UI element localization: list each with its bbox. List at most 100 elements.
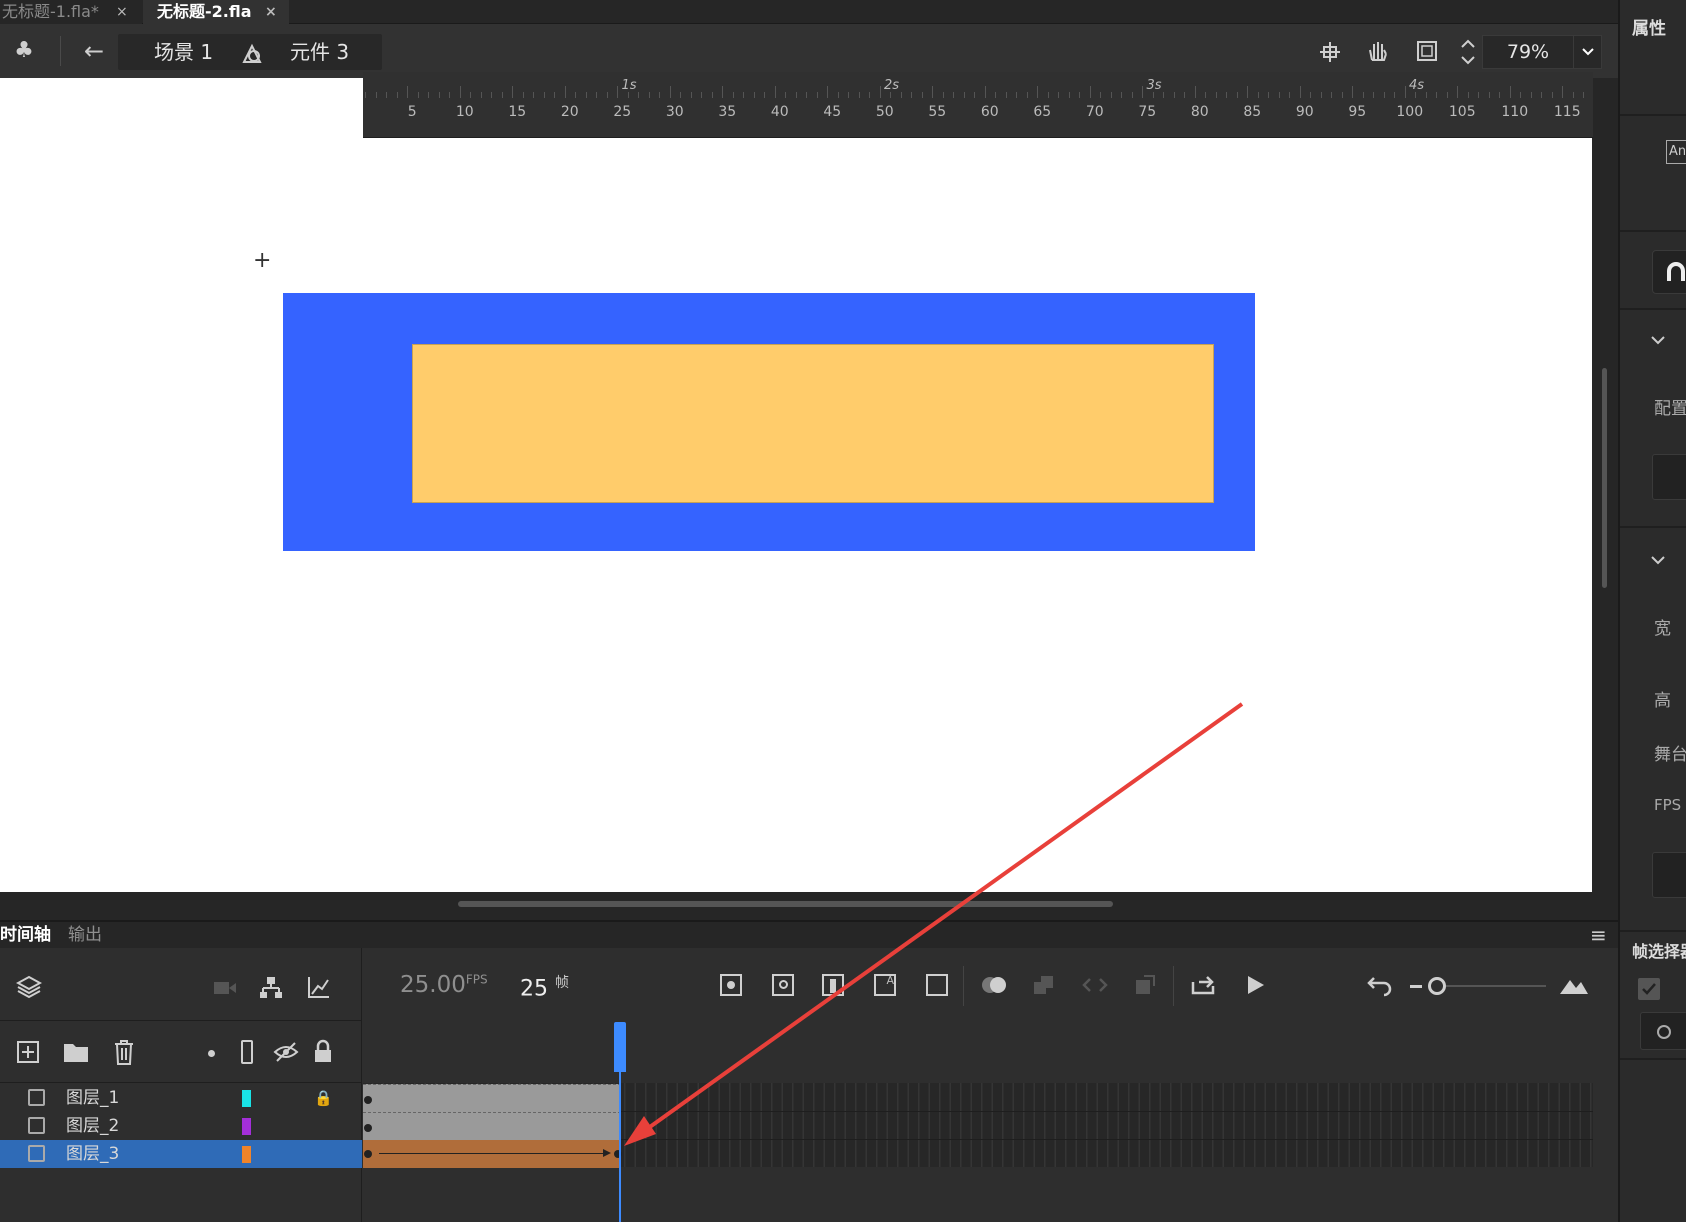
divider <box>1620 526 1686 528</box>
edit-multiple-frames-icon[interactable] <box>1032 974 1056 996</box>
camera-icon[interactable] <box>212 978 238 998</box>
new-folder-icon[interactable] <box>62 1040 90 1064</box>
layer-color-swatch[interactable] <box>242 1118 251 1135</box>
layer-parenting-icon[interactable] <box>258 974 284 1000</box>
breadcrumb-symbol[interactable]: 元件 3 <box>290 34 349 70</box>
frame-span-layer-2[interactable] <box>363 1112 621 1140</box>
inner-rectangle[interactable] <box>412 344 1214 503</box>
ruler-tick <box>1415 92 1416 98</box>
playhead[interactable] <box>619 1022 621 1222</box>
keyframe-dot[interactable] <box>364 1150 372 1158</box>
back-arrow-icon[interactable]: ← <box>80 24 108 78</box>
outline-icon[interactable] <box>241 1040 253 1064</box>
layer-color-swatch[interactable] <box>242 1146 251 1163</box>
tab-output[interactable]: 输出 <box>68 922 102 948</box>
insert-frame-icon[interactable] <box>822 974 844 996</box>
chevron-down-icon[interactable] <box>1573 36 1601 68</box>
layer-row[interactable]: 图层_1 🔒 <box>0 1084 362 1112</box>
ruler-tick <box>1205 92 1206 98</box>
export-loop-icon[interactable] <box>1190 972 1218 996</box>
clip-stage-icon[interactable] <box>1414 38 1440 64</box>
center-stage-icon[interactable] <box>1318 40 1342 64</box>
frame-span-layer-1[interactable] <box>363 1084 621 1112</box>
ruler-tick-label: 105 <box>1448 104 1476 120</box>
paste-frames-icon[interactable] <box>1132 974 1158 996</box>
ruler-tick-label: 65 <box>1033 104 1052 120</box>
divider <box>1620 114 1686 116</box>
breadcrumb-scene[interactable]: 场景 1 <box>154 34 213 70</box>
zoom-control[interactable]: 79% <box>1482 35 1602 69</box>
width-label: 宽 <box>1654 619 1671 639</box>
keyframe-dot[interactable] <box>364 1096 372 1104</box>
symbol-icon <box>242 43 262 63</box>
ruler-tick <box>1583 92 1584 98</box>
magnet-button[interactable] <box>1652 250 1686 294</box>
hand-tool-icon[interactable] <box>1364 38 1392 66</box>
lock-icon[interactable] <box>312 1038 334 1064</box>
ruler-tick <box>1394 92 1395 98</box>
lock-icon[interactable]: 🔒 <box>314 1084 333 1112</box>
tab-timeline[interactable]: 时间轴 <box>0 922 51 948</box>
tab-document-2-label: 无标题-2.fla <box>157 2 252 21</box>
frame-picker-title[interactable]: 帧选择器 <box>1632 938 1686 962</box>
properties-title[interactable]: 属性 <box>1632 14 1666 39</box>
clubs-icon[interactable]: ♣ <box>8 24 40 78</box>
ruler-tick <box>1142 86 1143 98</box>
vertical-scrollbar[interactable] <box>1602 368 1607 588</box>
loop-icon[interactable] <box>1082 974 1108 996</box>
zoom-slider-handle[interactable] <box>1428 977 1446 995</box>
play-icon[interactable] <box>1244 974 1266 996</box>
ruler-tick <box>1289 92 1290 98</box>
hide-icon[interactable] <box>272 1040 300 1064</box>
fps-field[interactable] <box>1652 852 1686 898</box>
remove-frame-icon[interactable] <box>926 974 948 996</box>
keyframe-dot[interactable] <box>364 1124 372 1132</box>
fps-display[interactable]: 25.00FPS <box>400 972 488 998</box>
ruler-tick <box>1362 92 1364 98</box>
layer-row[interactable]: 图层_3 <box>0 1140 362 1168</box>
layer-name[interactable]: 图层_2 <box>66 1112 119 1140</box>
ruler-tick <box>837 92 839 98</box>
tab-document-1[interactable]: 无标题-1.fla* × <box>0 0 142 24</box>
layer-name[interactable]: 图层_3 <box>66 1140 119 1168</box>
tab-document-1-label: 无标题-1.fla* <box>2 2 99 21</box>
config-field[interactable] <box>1652 454 1686 500</box>
layers-icon[interactable] <box>16 974 42 1000</box>
chevron-down-icon[interactable] <box>1650 334 1666 346</box>
motion-tween-span[interactable] <box>363 1140 622 1168</box>
layer-color-swatch[interactable] <box>242 1090 251 1107</box>
undo-icon[interactable] <box>1366 974 1394 998</box>
panel-menu-icon[interactable]: ≡ <box>1590 922 1607 948</box>
frame-ruler[interactable]: 5 10 15 20 25 30 35 40 45 50 55 60 65 70 75 80 85 90 95 100… <box>363 72 1593 138</box>
frame-picker-field[interactable] <box>1640 1012 1686 1050</box>
mountains-icon[interactable] <box>1558 974 1590 996</box>
ruler-tick <box>1320 92 1322 98</box>
new-layer-icon[interactable] <box>16 1040 40 1064</box>
layer-name[interactable]: 图层_1 <box>66 1084 119 1112</box>
ruler-tick <box>1058 92 1059 98</box>
ruler-tick <box>1278 92 1280 98</box>
stage-canvas[interactable]: + <box>0 78 1592 892</box>
layer-row[interactable]: 图层_2 <box>0 1112 362 1140</box>
zoom-value[interactable]: 79% <box>1483 36 1573 68</box>
ruler-second-label: 3s <box>1146 78 1162 93</box>
insert-keyframe-icon[interactable] <box>720 974 742 996</box>
tab-document-2[interactable]: 无标题-2.fla × <box>143 0 289 24</box>
insert-blank-keyframe-icon[interactable] <box>772 974 794 996</box>
highlight-dot-icon[interactable] <box>208 1050 215 1057</box>
zoom-out-icon[interactable] <box>1410 985 1422 988</box>
up-down-icon[interactable] <box>1458 36 1478 68</box>
onion-skin-icon[interactable] <box>980 974 1008 996</box>
chevron-down-icon[interactable] <box>1650 554 1666 566</box>
horizontal-scrollbar[interactable] <box>458 901 1113 907</box>
graph-icon[interactable] <box>306 974 332 1000</box>
tween-arrow-head-icon <box>603 1149 611 1157</box>
zoom-slider-track[interactable] <box>1446 985 1546 987</box>
trash-icon[interactable] <box>112 1038 136 1066</box>
frame-display[interactable]: 25 帧 <box>520 972 569 1001</box>
close-icon[interactable]: × <box>116 0 128 24</box>
ruler-tick <box>1383 92 1385 98</box>
auto-keyframe-icon[interactable]: A <box>874 974 896 996</box>
close-icon[interactable]: × <box>265 0 277 24</box>
checkbox[interactable] <box>1638 978 1660 1000</box>
